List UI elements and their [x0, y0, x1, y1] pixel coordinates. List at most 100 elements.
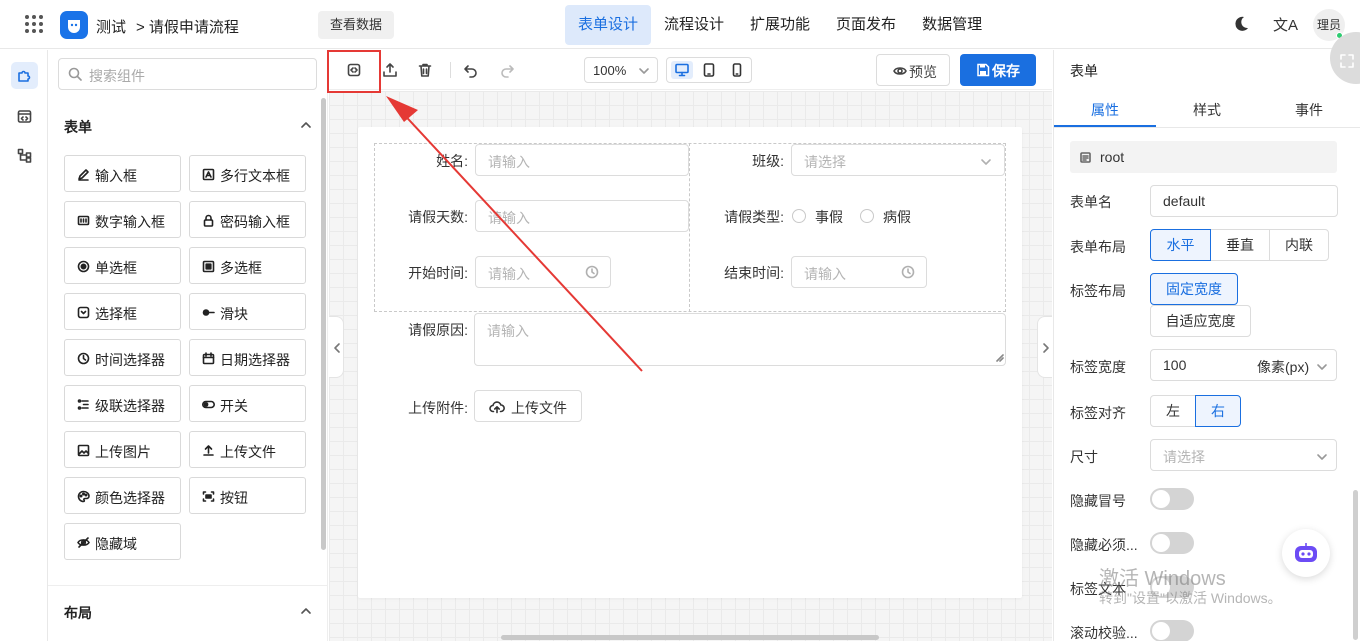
user-name: 理员 [1316, 18, 1341, 32]
palette-icon [77, 490, 90, 503]
comp-hidden-field[interactable]: 隐藏域 [64, 523, 181, 560]
align-right[interactable]: 右 [1195, 395, 1241, 427]
comp-textarea[interactable]: 多行文本框 [189, 155, 306, 192]
comp-date-picker[interactable]: 日期选择器 [189, 339, 306, 376]
radio-sick-label[interactable]: 病假 [883, 207, 911, 227]
export-icon[interactable] [382, 62, 398, 78]
eye-icon [893, 67, 907, 75]
comp-upload-image[interactable]: 上传图片 [64, 431, 181, 468]
mobile-icon[interactable] [726, 61, 748, 79]
collapse-right-button[interactable] [1037, 316, 1052, 378]
tab-attributes[interactable]: 属性 [1054, 100, 1156, 120]
upload-file-button[interactable]: 上传文件 [474, 390, 582, 422]
end-time-input[interactable]: 请输入 [791, 256, 927, 288]
comp-checkbox[interactable]: 多选框 [189, 247, 306, 284]
tab-style[interactable]: 样式 [1156, 100, 1258, 120]
align-left[interactable]: 左 [1150, 395, 1196, 427]
components-puzzle-icon[interactable] [11, 62, 38, 89]
zoom-select[interactable]: 100% [584, 57, 658, 83]
app-logo-icon [60, 11, 88, 39]
tab-flow-design[interactable]: 流程设计 [651, 5, 737, 45]
designer-toolbar: 100% 预览 保存 [329, 50, 1052, 90]
highlight-box [327, 50, 381, 93]
comp-radio[interactable]: 单选框 [64, 247, 181, 284]
chevron-right-icon [1043, 343, 1049, 353]
dark-mode-icon[interactable] [1232, 15, 1250, 33]
code-icon[interactable] [11, 103, 38, 130]
component-search-input[interactable]: 搜索组件 [58, 58, 317, 90]
desktop-icon[interactable] [671, 61, 693, 79]
form-name-value: default [1163, 193, 1206, 209]
comp-number-input[interactable]: 数字输入框 [64, 201, 181, 238]
chat-bot-icon[interactable] [1282, 529, 1330, 577]
hide-required-switch[interactable] [1150, 532, 1194, 554]
hide-colon-switch[interactable] [1150, 488, 1194, 510]
calendar-icon [202, 352, 215, 365]
view-data-button[interactable]: 查看数据 [318, 11, 395, 39]
radio-sick[interactable] [860, 209, 874, 223]
language-icon[interactable]: 文A [1273, 14, 1298, 35]
size-select[interactable]: 请选择 [1150, 439, 1337, 471]
lock-icon [203, 214, 214, 227]
canvas-scrollbar[interactable] [501, 635, 879, 640]
scroll-validate-switch[interactable] [1150, 620, 1194, 641]
undo-icon[interactable] [463, 62, 479, 78]
comp-select[interactable]: 选择框 [64, 293, 181, 330]
comp-time-picker[interactable]: 时间选择器 [64, 339, 181, 376]
label-fixed-width[interactable]: 固定宽度 [1150, 273, 1238, 305]
comp-label: 颜色选择器 [95, 490, 165, 506]
comp-slider[interactable]: 滑块 [189, 293, 306, 330]
comp-label: 开关 [220, 398, 248, 414]
class-select[interactable]: 请选择 [791, 144, 1005, 176]
redo-icon[interactable] [499, 62, 515, 78]
layout-inline[interactable]: 内联 [1269, 229, 1329, 261]
reason-textarea[interactable]: 请输入 [474, 313, 1006, 366]
save-button[interactable]: 保存 [960, 54, 1036, 86]
comp-button[interactable]: 按钮 [189, 477, 306, 514]
collapse-left-button[interactable] [329, 316, 344, 378]
label-auto-width[interactable]: 自适应宽度 [1150, 305, 1251, 337]
hide-colon-label: 隐藏冒号 [1070, 493, 1126, 509]
divider [48, 585, 328, 586]
app-name[interactable]: 测试 [96, 16, 126, 37]
clock-icon [901, 265, 915, 279]
root-node[interactable]: root [1070, 141, 1337, 173]
resize-handle-icon[interactable] [996, 354, 1004, 362]
comp-input[interactable]: 输入框 [64, 155, 181, 192]
tab-extensions[interactable]: 扩展功能 [737, 5, 823, 45]
comp-label: 隐藏域 [95, 536, 137, 552]
radio-personal-label[interactable]: 事假 [815, 207, 843, 227]
panel-scrollbar[interactable] [1353, 490, 1358, 640]
outline-tree-icon[interactable] [11, 142, 38, 169]
tab-page-publish[interactable]: 页面发布 [823, 5, 909, 45]
apps-grid-icon[interactable] [25, 15, 43, 33]
comp-password[interactable]: 密码输入框 [189, 201, 306, 238]
radio-personal[interactable] [792, 209, 806, 223]
days-placeholder: 请输入 [488, 210, 530, 226]
comp-upload-file[interactable]: 上传文件 [189, 431, 306, 468]
chevron-up-icon[interactable] [300, 119, 312, 131]
tab-form-design[interactable]: 表单设计 [565, 5, 652, 45]
comp-color-picker[interactable]: 颜色选择器 [64, 477, 181, 514]
tab-data-management[interactable]: 数据管理 [909, 5, 995, 45]
layout-vertical[interactable]: 垂直 [1210, 229, 1270, 261]
design-canvas[interactable]: 姓名: 请输入 班级: 请选择 请假天数: 请输入 请假类型: 事假 病假 开始… [329, 91, 1052, 641]
days-input[interactable]: 请输入 [475, 200, 689, 232]
layout-horizontal[interactable]: 水平 [1150, 229, 1211, 261]
panel-scrollbar[interactable] [321, 98, 326, 550]
preview-button[interactable]: 预览 [876, 54, 950, 86]
trash-icon[interactable] [417, 62, 433, 78]
form-name-input[interactable]: default [1150, 185, 1338, 217]
start-time-label: 开始时间: [408, 265, 468, 281]
chevron-up-icon[interactable] [300, 605, 312, 617]
comp-label: 密码输入框 [220, 214, 290, 230]
name-input[interactable]: 请输入 [475, 144, 689, 176]
comp-cascader[interactable]: 级联选择器 [64, 385, 181, 422]
label-width-unit[interactable]: 像素(px) [1257, 357, 1309, 377]
start-time-input[interactable]: 请输入 [475, 256, 611, 288]
comp-switch[interactable]: 开关 [189, 385, 306, 422]
tab-events[interactable]: 事件 [1258, 100, 1360, 120]
comp-label: 单选框 [95, 260, 137, 276]
tablet-icon[interactable] [698, 61, 720, 79]
label-width-input[interactable]: 100 像素(px) [1150, 349, 1337, 381]
